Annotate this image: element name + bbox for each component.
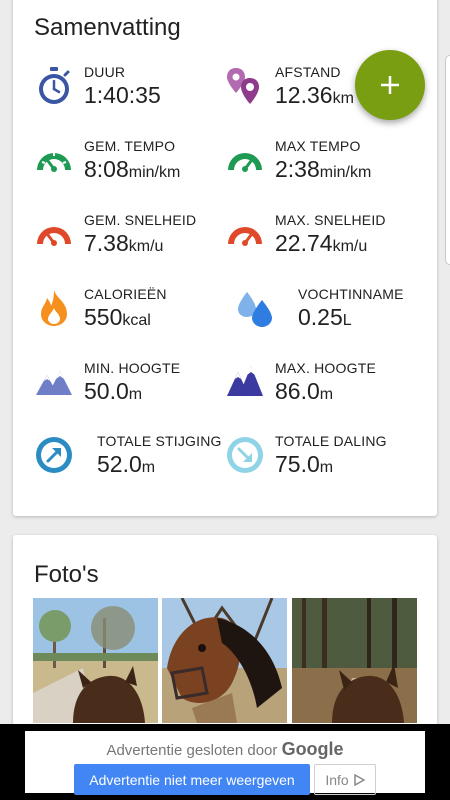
duration-label: DUUR [84,64,126,80]
avg-speed-value: 7.38km/u [84,230,164,256]
photo-thumbnail-3[interactable] [292,598,417,723]
hydration-value: 0.25L [298,304,352,330]
hydration-label: VOCHTINNAME [298,286,404,302]
arrow-down-right-circle-icon [227,437,263,473]
mountains-dark-icon [227,366,263,396]
photos-title: Foto's [34,561,99,588]
photo-thumbnail-1[interactable] [33,598,158,723]
side-panel-edge [445,55,450,265]
speedometer-red-icon [228,226,262,246]
duration-value: 1:40:35 [84,82,161,108]
avg-pace-label: GEM. TEMPO [84,138,176,154]
total-descent-label: TOTALE DALING [275,433,387,449]
total-descent-value: 75.0m [275,451,334,477]
adchoices-icon [353,773,365,786]
distance-value: 12.36km [275,82,354,108]
calories-label: CALORIEËN [84,286,167,302]
speedometer-green-icon [37,152,71,172]
map-pins-icon [227,68,259,104]
max-altitude-value: 86.0m [275,378,334,404]
total-ascent-value: 52.0m [97,451,156,477]
photo-thumbnail-2[interactable] [162,598,287,723]
google-logo: Google [281,739,344,759]
avg-speed-label: GEM. SNELHEID [84,212,197,228]
max-pace-value: 2:38min/km [275,156,372,182]
arrow-up-right-circle-icon [36,437,72,473]
stopwatch-icon [39,67,70,104]
min-altitude-label: MIN. HOOGTE [84,360,181,376]
ad-banner: Advertentie gesloten door Google Adverte… [0,724,450,800]
ad-info-button[interactable]: Info [314,764,376,795]
ad-closed-message: Advertentie gesloten door Google [106,739,344,759]
speedometer-red-icon [37,226,71,246]
avg-pace-value: 8:08min/km [84,156,181,182]
ad-panel: Advertentie gesloten door Google Adverte… [25,731,425,795]
min-altitude-value: 50.0m [84,378,143,404]
speedometer-green-icon [228,152,262,172]
calories-value: 550kcal [84,304,151,330]
total-ascent-label: TOTALE STIJGING [97,433,222,449]
max-pace-label: MAX TEMPO [275,138,361,154]
summary-title: Samenvatting [34,14,181,41]
water-drops-icon [238,292,272,327]
add-fab-button[interactable] [355,50,425,120]
plus-icon [381,76,399,94]
flame-icon [41,290,67,326]
max-speed-value: 22.74km/u [275,230,368,256]
max-altitude-label: MAX. HOOGTE [275,360,376,376]
max-speed-label: MAX. SNELHEID [275,212,386,228]
photos-card: Foto's [13,535,437,735]
distance-label: AFSTAND [275,64,341,80]
stop-showing-ad-button[interactable]: Advertentie niet meer weergeven [74,764,310,795]
mountains-light-icon [36,371,72,395]
